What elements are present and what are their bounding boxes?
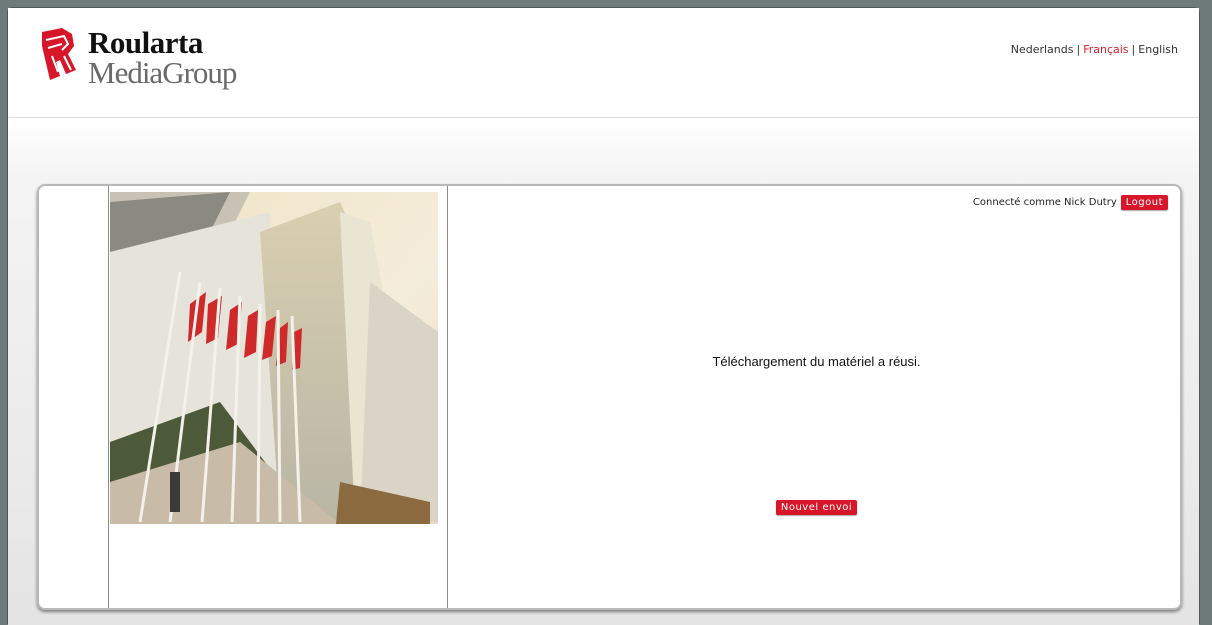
- logo-wordmark: Roularta MediaGroup: [88, 25, 237, 90]
- lang-separator: |: [1131, 43, 1136, 56]
- new-upload-button[interactable]: Nouvel envoi: [775, 500, 858, 515]
- column-divider: [108, 186, 109, 608]
- content-panel: Connecté comme Nick Dutry Logout Télécha…: [37, 184, 1182, 610]
- lang-nederlands-link[interactable]: Nederlands: [1011, 43, 1074, 56]
- success-message: Téléchargement du matériel a réusi.: [712, 354, 921, 369]
- lang-francais-link[interactable]: Français: [1083, 43, 1128, 56]
- column-divider: [447, 186, 448, 608]
- building-photo: [110, 192, 438, 524]
- site-header: Roularta MediaGroup Nederlands | Français |…: [8, 8, 1199, 118]
- browser-page: Roularta MediaGroup Nederlands | Français |…: [7, 7, 1200, 625]
- logo-line-2: MediaGroup: [88, 54, 237, 90]
- lang-english-link[interactable]: English: [1138, 43, 1178, 56]
- logged-in-as-text: Connecté comme Nick Dutry: [972, 196, 1117, 208]
- new-upload-wrap: Nouvel envoi: [449, 495, 1180, 515]
- roularta-logo[interactable]: Roularta MediaGroup: [38, 26, 298, 106]
- user-status-bar: Connecté comme Nick Dutry Logout: [973, 194, 1168, 210]
- building-photo-graphic: [110, 192, 438, 524]
- lang-separator: |: [1076, 43, 1081, 56]
- logo-line-1: Roularta: [88, 25, 203, 60]
- roularta-r-logo-icon: [42, 28, 76, 80]
- logout-button[interactable]: Logout: [1120, 194, 1168, 210]
- language-switcher: Nederlands | Français | English: [1011, 43, 1178, 56]
